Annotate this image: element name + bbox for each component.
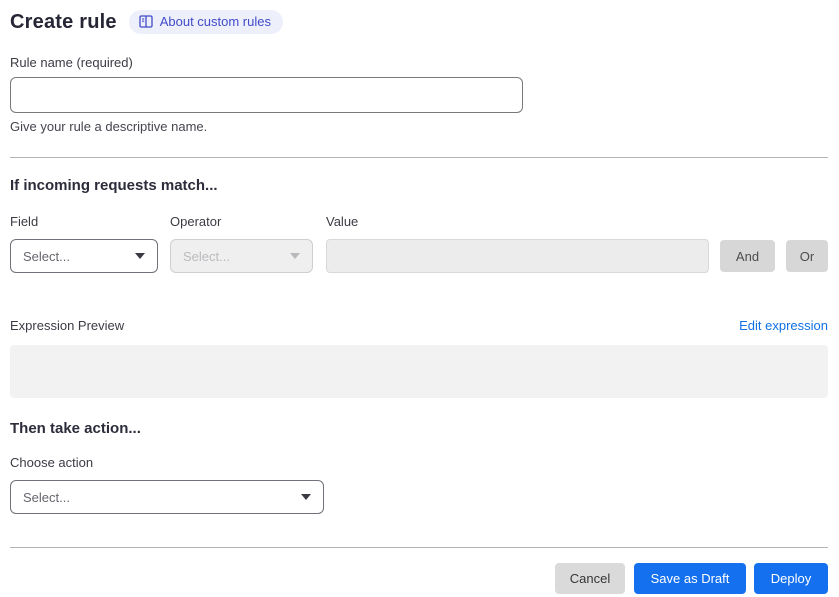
field-label: Field [10,214,39,229]
rule-name-input[interactable] [10,77,523,113]
operator-select-value: Select... [183,248,230,264]
value-label: Value [326,214,359,229]
page-header: Create rule About custom rules [10,10,828,34]
expression-preview-box [10,345,828,398]
operator-column: Operator Select... [170,214,313,273]
edit-expression-link[interactable]: Edit expression [739,318,828,333]
choose-action-value: Select... [23,489,70,505]
chevron-down-icon [301,494,311,500]
expression-preview-row: Expression Preview Edit expression [10,318,828,333]
cancel-button[interactable]: Cancel [555,563,625,594]
choose-action-select[interactable]: Select... [10,480,324,514]
condition-builder-row: Field Select... Operator Select... Value… [10,214,828,273]
rule-name-helper: Give your rule a descriptive name. [10,119,208,134]
action-section-heading: Then take action... [10,420,141,437]
section-divider [10,157,828,158]
field-select[interactable]: Select... [10,239,158,273]
rule-name-label: Rule name (required) [10,55,133,70]
book-icon [139,15,153,28]
choose-action-label: Choose action [10,455,94,470]
create-rule-page: Create rule About custom rules Rule name… [0,0,839,594]
field-column: Field Select... [10,214,158,273]
value-input [326,239,709,273]
andor-group: And Or [720,240,828,273]
operator-label: Operator [170,214,222,229]
chevron-down-icon [135,253,145,259]
footer-divider [10,547,828,548]
value-column: Value [326,214,709,273]
operator-select: Select... [170,239,313,273]
about-custom-rules-badge[interactable]: About custom rules [128,10,283,34]
field-select-value: Select... [23,248,70,264]
footer-actions: Cancel Save as Draft Deploy [10,563,828,594]
match-section-heading: If incoming requests match... [10,177,218,194]
and-button[interactable]: And [720,240,775,272]
deploy-button[interactable]: Deploy [754,563,828,594]
or-button[interactable]: Or [786,240,828,272]
badge-label: About custom rules [159,14,271,29]
chevron-down-icon [290,253,300,259]
page-title: Create rule [10,10,117,33]
expression-preview-label: Expression Preview [10,318,125,333]
save-as-draft-button[interactable]: Save as Draft [634,563,746,594]
